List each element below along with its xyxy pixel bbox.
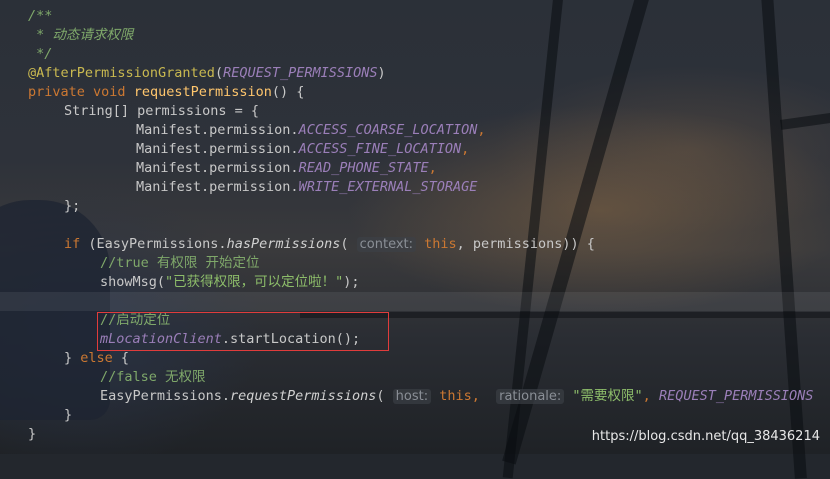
code-line-6: String[] permissions = { bbox=[64, 103, 260, 119]
code-editor[interactable]: /** * 动态请求权限 */ @AfterPermissionGranted(… bbox=[0, 0, 830, 454]
code-line-10: Manifest.permission.WRITE_EXTERNAL_STORA… bbox=[136, 179, 478, 195]
highlight-box bbox=[97, 312, 389, 351]
code-line-5: private void requestPermission() { bbox=[28, 84, 305, 100]
code-line-4: @AfterPermissionGranted(REQUEST_PERMISSI… bbox=[28, 65, 386, 81]
code-line-12: if (EasyPermissions.hasPermissions( cont… bbox=[64, 236, 595, 252]
code-line-1: /** bbox=[28, 8, 53, 24]
code-line-13: //true 有权限 开始定位 bbox=[100, 255, 260, 271]
code-line-18: //false 无权限 bbox=[100, 369, 206, 385]
code-line-3: */ bbox=[28, 46, 53, 62]
code-line-21: } bbox=[28, 426, 37, 442]
current-line-highlight bbox=[0, 292, 830, 311]
code-line-7: Manifest.permission.ACCESS_COARSE_LOCATI… bbox=[136, 122, 486, 138]
code-line-8: Manifest.permission.ACCESS_FINE_LOCATION… bbox=[136, 141, 470, 157]
code-line-9: Manifest.permission.READ_PHONE_STATE, bbox=[136, 160, 437, 176]
code-line-14: showMsg("已获得权限，可以定位啦！"); bbox=[100, 274, 360, 290]
code-line-2: * 动态请求权限 bbox=[28, 27, 134, 43]
watermark: https://blog.csdn.net/qq_38436214 bbox=[591, 429, 820, 444]
parameter-hint: context: bbox=[356, 237, 417, 252]
parameter-hint: rationale: bbox=[496, 389, 565, 404]
code-line-19: EasyPermissions.requestPermissions( host… bbox=[100, 388, 814, 404]
code-line-20: } bbox=[64, 407, 73, 423]
code-line-17: } else { bbox=[64, 350, 130, 366]
parameter-hint: host: bbox=[392, 389, 432, 404]
code-line-11: }; bbox=[64, 198, 81, 214]
